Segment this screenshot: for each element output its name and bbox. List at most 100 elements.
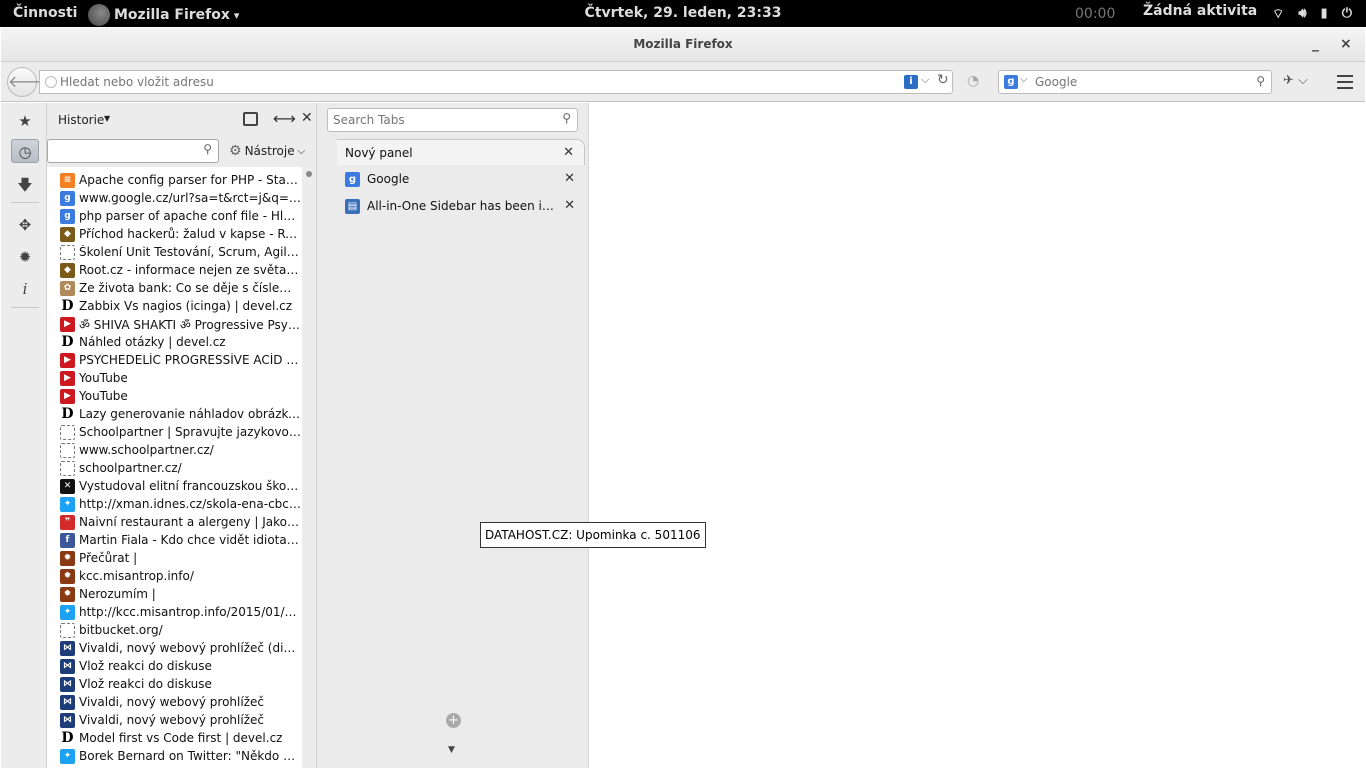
history-item[interactable]: f Martin Fiala - Kdo chce vidět idiota, n… bbox=[47, 531, 302, 549]
history-item[interactable]: Školení Unit Testování, Scrum, Agile a Z… bbox=[47, 243, 302, 261]
history-item[interactable]: ▶ YouTube bbox=[47, 369, 302, 387]
history-item[interactable]: www.schoolpartner.cz/ bbox=[47, 441, 302, 459]
history-item-label: Lazy generovanie náhladov obrázkov | d..… bbox=[79, 407, 301, 421]
open-in-tab-icon[interactable] bbox=[243, 112, 258, 126]
history-item[interactable]: D Lazy generovanie náhladov obrázkov | d.… bbox=[47, 405, 302, 423]
close-sidebar-icon[interactable]: ✕ bbox=[301, 110, 313, 126]
chevron-down-icon[interactable]: ⌵ bbox=[1020, 74, 1028, 85]
history-search-box[interactable]: ⚲ bbox=[47, 139, 219, 163]
hamburger-menu-button[interactable] bbox=[1331, 68, 1359, 96]
tab-item[interactable]: ▤ All-in-One Sidebar has been instal... ✕ bbox=[337, 193, 585, 219]
history-item-label: YouTube bbox=[79, 389, 128, 403]
history-item[interactable]: ⋈ Vivaldi, nový webový prohlížeč (diskuse… bbox=[47, 639, 302, 657]
history-item[interactable]: ◆ Root.cz - informace nejen ze světa Linu… bbox=[47, 261, 302, 279]
close-tab-icon[interactable]: ✕ bbox=[564, 198, 575, 213]
history-item[interactable]: ✕ Vystudoval elitní francouzskou školu pr… bbox=[47, 477, 302, 495]
history-item[interactable]: g www.google.cz/url?sa=t&rct=j&q=&es... bbox=[47, 189, 302, 207]
history-item-label: Vivaldi, nový webový prohlížeč bbox=[79, 713, 264, 727]
search-input[interactable] bbox=[1035, 73, 1245, 91]
scrollbar-thumb[interactable] bbox=[306, 171, 312, 177]
history-tools-menu[interactable]: ⚙ Nástroje ⌵ bbox=[229, 143, 305, 159]
resize-arrows-icon[interactable]: ⟷ bbox=[273, 109, 296, 128]
menu-icon-bar bbox=[1337, 81, 1353, 83]
history-item-label: ॐ SHIVA SHAKTI ॐ Progressive Psytr... bbox=[79, 317, 301, 332]
history-item[interactable]: ▶ ॐ SHIVA SHAKTI ॐ Progressive Psytr... bbox=[47, 315, 302, 333]
app-menu[interactable]: Mozilla Firefox ▾ bbox=[88, 4, 239, 26]
history-item[interactable]: g php parser of apache conf file - Hledat… bbox=[47, 207, 302, 225]
battery-icon[interactable]: ▮ bbox=[1321, 6, 1328, 22]
history-item[interactable]: ✦ http://kcc.misantrop.info/2015/01/29/..… bbox=[47, 603, 302, 621]
clock[interactable]: Čtvrtek, 29. leden, 23:33 bbox=[585, 5, 782, 21]
addons-puzzle-icon[interactable]: ✥ bbox=[11, 213, 39, 237]
history-item[interactable]: ✹ kcc.misantrop.info/ bbox=[47, 567, 302, 585]
addon-toolbar-icon[interactable]: ✈︎ ⌵ bbox=[1283, 73, 1308, 88]
history-item[interactable]: D Zabbix Vs nagios (icinga) | devel.cz bbox=[47, 297, 302, 315]
wifi-icon[interactable]: ⌔ bbox=[1272, 6, 1284, 22]
history-item[interactable]: ✹ Přečůrat | bbox=[47, 549, 302, 567]
history-item[interactable]: ⋈ Vlož reakci do diskuse bbox=[47, 675, 302, 693]
history-list[interactable]: ≡ Apache config parser for PHP - Stack Ov… bbox=[47, 167, 302, 768]
page-info-icon[interactable]: i bbox=[11, 277, 39, 301]
search-bar[interactable]: g ⌵ ⚲ bbox=[998, 70, 1272, 94]
history-item[interactable]: ✹ Nerozumím | bbox=[47, 585, 302, 603]
devel-cz-icon: D bbox=[60, 333, 75, 350]
tab-search-input[interactable] bbox=[333, 111, 548, 129]
reload-icon[interactable]: ↻ bbox=[937, 72, 949, 88]
url-dropdown-icon[interactable]: ⌵ bbox=[921, 73, 929, 87]
chevron-down-icon[interactable]: ▼ bbox=[104, 114, 110, 123]
x-logo-icon: ✕ bbox=[60, 478, 75, 494]
history-item-label: Přečůrat | bbox=[79, 551, 138, 565]
close-window-button[interactable]: × bbox=[1340, 28, 1352, 60]
chevron-down-icon: ⌵ bbox=[297, 145, 306, 157]
history-clock-icon[interactable]: ◷ bbox=[11, 139, 39, 163]
url-bar[interactable]: i ⌵ ↻ bbox=[39, 70, 953, 94]
history-item[interactable]: ▶ PSYCHEDELİC PROGRESSİVE ACİD TRİ... bbox=[47, 351, 302, 369]
history-item-label: Vlož reakci do diskuse bbox=[79, 677, 212, 691]
page-content[interactable] bbox=[589, 103, 1366, 768]
history-item[interactable]: ✦ Borek Bernard on Twitter: "Někdo do H..… bbox=[47, 747, 302, 765]
volume-icon[interactable]: 🔊︎ bbox=[1298, 6, 1306, 22]
tab-item[interactable]: g Google ✕ bbox=[337, 166, 585, 192]
rss-icon[interactable]: ◔ bbox=[967, 73, 979, 89]
history-item[interactable]: Schoolpartner | Spravujte jazykovou šk..… bbox=[47, 423, 302, 441]
history-title-menu[interactable]: Historie bbox=[58, 113, 104, 127]
info-icon[interactable]: i bbox=[904, 75, 918, 89]
history-scrollbar[interactable] bbox=[304, 167, 314, 768]
history-item[interactable]: ▶ YouTube bbox=[47, 387, 302, 405]
history-item[interactable]: ◆ Příchod hackerů: žalud v kapse - Root.c… bbox=[47, 225, 302, 243]
history-item[interactable]: ✿ Ze života bank: Co se děje s číslem účt… bbox=[47, 279, 302, 297]
history-item[interactable]: ❞ Naivní restaurant a alergeny | Jako lid… bbox=[47, 513, 302, 531]
history-item[interactable]: ⋈ Vivaldi, nový webový prohlížeč bbox=[47, 693, 302, 711]
history-item[interactable]: bitbucket.org/ bbox=[47, 621, 302, 639]
history-search-input[interactable] bbox=[52, 142, 196, 160]
search-icon[interactable]: ⚲ bbox=[562, 111, 571, 125]
history-item[interactable]: ⋈ Vivaldi, nový webový prohlížeč bbox=[47, 711, 302, 729]
system-tray[interactable]: ⌔ 🔊︎ ▮ ⏻ bbox=[1272, 6, 1352, 22]
history-item[interactable]: ✦ http://xman.idnes.cz/skola-ena-cbc-/xm.… bbox=[47, 495, 302, 513]
bookmarks-star-icon[interactable]: ★ bbox=[11, 109, 39, 133]
url-input[interactable] bbox=[60, 73, 890, 91]
new-tab-plus-icon[interactable]: + bbox=[446, 713, 461, 728]
minimize-button[interactable]: _ bbox=[1312, 28, 1319, 60]
power-icon[interactable]: ⏻ bbox=[1342, 6, 1352, 22]
tab-search-box[interactable]: ⚲ bbox=[327, 108, 578, 132]
history-item[interactable]: D Model first vs Code first | devel.cz bbox=[47, 729, 302, 747]
search-engine-google-icon[interactable]: g bbox=[1004, 75, 1018, 89]
close-tab-icon[interactable]: ✕ bbox=[563, 145, 574, 160]
search-icon[interactable]: ⚲ bbox=[1256, 74, 1265, 88]
tab-item[interactable]: Nový panel ✕ bbox=[337, 139, 585, 165]
downloads-arrow-icon[interactable]: 🡇 bbox=[11, 173, 39, 197]
scroll-down-icon[interactable]: ▼ bbox=[448, 745, 455, 755]
history-item[interactable]: schoolpartner.cz/ bbox=[47, 459, 302, 477]
history-item[interactable]: ≡ Apache config parser for PHP - Stack Ov… bbox=[47, 171, 302, 189]
history-item[interactable]: D Náhled otázky | devel.cz bbox=[47, 333, 302, 351]
no-activity-status[interactable]: Žádná aktivita bbox=[1143, 3, 1257, 19]
history-item[interactable]: ⋈ Vlož reakci do diskuse bbox=[47, 657, 302, 675]
kcc-bug-icon: ✹ bbox=[60, 586, 75, 602]
extension-burst-icon[interactable]: ✹ bbox=[11, 245, 39, 269]
close-tab-icon[interactable]: ✕ bbox=[564, 171, 575, 186]
back-button[interactable]: 🡐 bbox=[7, 67, 51, 97]
search-icon[interactable]: ⚲ bbox=[203, 142, 212, 156]
activities-button[interactable]: Činnosti bbox=[13, 5, 77, 21]
chat-bubble-icon: ❞ bbox=[60, 514, 75, 530]
